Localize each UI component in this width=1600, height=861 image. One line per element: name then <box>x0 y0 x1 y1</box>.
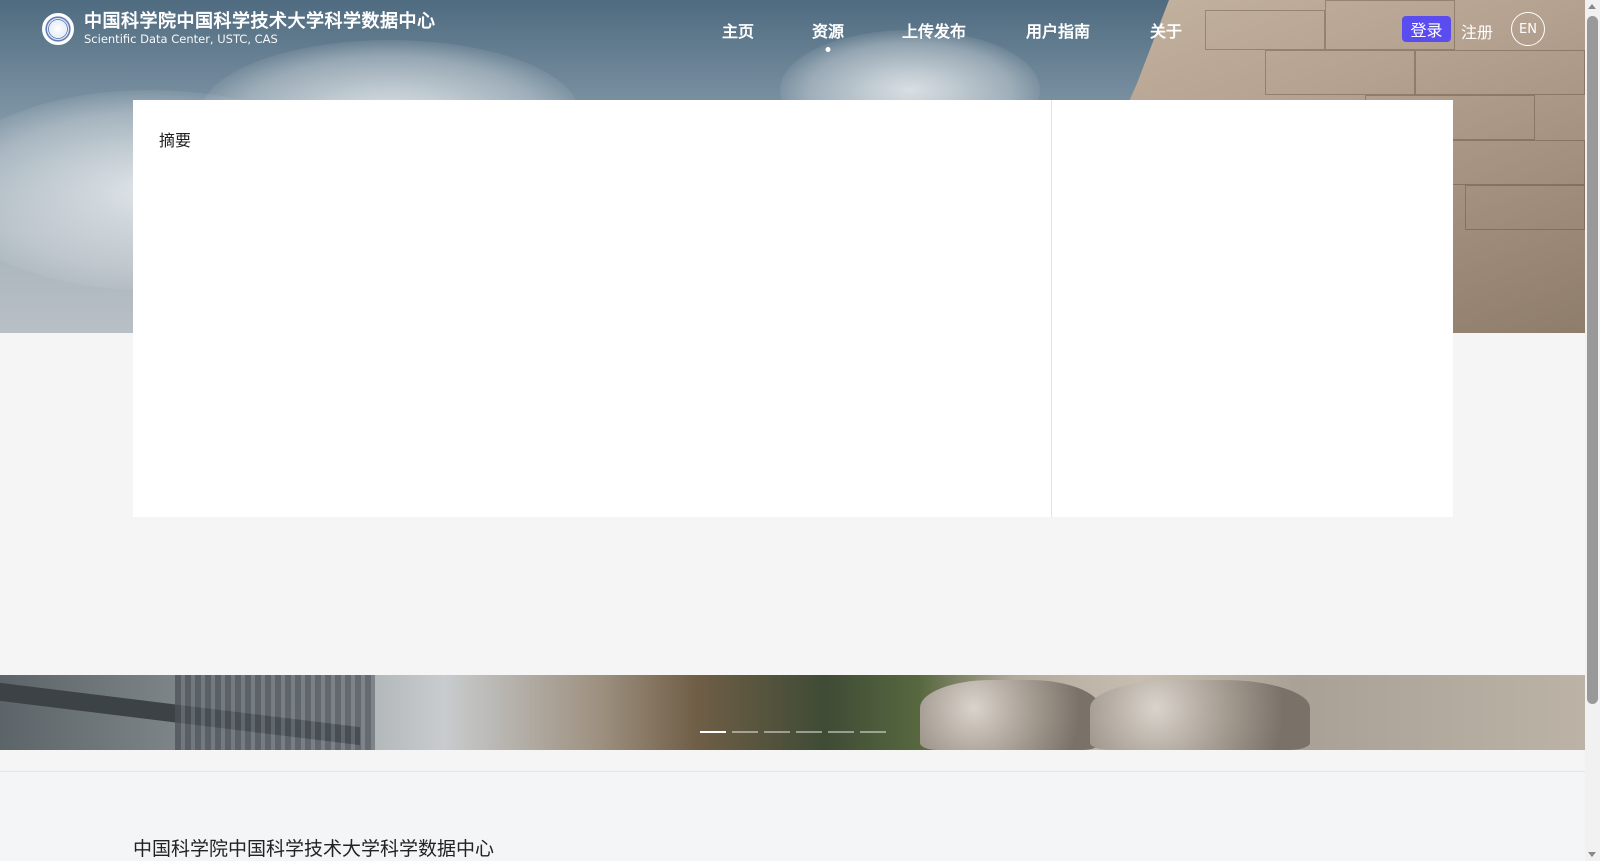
carousel-dot-2[interactable] <box>732 731 758 733</box>
stone-lion-photo-detail-2 <box>1090 680 1310 750</box>
carousel-dot-3[interactable] <box>764 731 790 733</box>
brand[interactable]: 中国科学院中国科学技术大学科学数据中心 Scientific Data Cent… <box>42 12 436 46</box>
site-title-cn: 中国科学院中国科学技术大学科学数据中心 <box>84 11 436 32</box>
nav-home[interactable]: 主页 <box>722 18 754 42</box>
abstract-heading: 摘要 <box>159 131 192 150</box>
stone-lion-photo-detail <box>920 680 1100 750</box>
active-indicator-dot <box>825 47 831 52</box>
photo-carousel[interactable] <box>0 675 1585 750</box>
register-link[interactable]: 注册 <box>1461 19 1493 43</box>
scroll-down-arrow-icon[interactable] <box>1588 852 1596 857</box>
carousel-indicators <box>700 731 892 733</box>
scroll-up-arrow-icon[interactable] <box>1588 4 1596 9</box>
login-button[interactable]: 登录 <box>1402 16 1451 42</box>
tower-photo-detail <box>175 675 375 750</box>
content-card: 摘要 <box>133 100 1453 517</box>
nav-user-guide[interactable]: 用户指南 <box>1026 18 1090 42</box>
carousel-dot-6[interactable] <box>860 731 886 733</box>
carousel-dot-1[interactable] <box>700 731 726 733</box>
scroll-thumb[interactable] <box>1587 16 1598 704</box>
carousel-dot-5[interactable] <box>828 731 854 733</box>
site-title-en: Scientific Data Center, USTC, CAS <box>84 32 278 46</box>
nav-resources-label: 资源 <box>812 22 845 41</box>
content-side-panel <box>1052 100 1453 517</box>
nav-resources[interactable]: 资源 <box>812 18 845 52</box>
carousel-dot-4[interactable] <box>796 731 822 733</box>
language-toggle-button[interactable]: EN <box>1511 12 1545 46</box>
content-main-panel: 摘要 <box>133 100 1052 517</box>
nav-upload-publish[interactable]: 上传发布 <box>902 18 966 42</box>
top-navbar: 中国科学院中国科学技术大学科学数据中心 Scientific Data Cent… <box>0 0 1585 60</box>
nav-about[interactable]: 关于 <box>1150 18 1182 42</box>
institution-logo-icon <box>42 13 74 45</box>
footer-org-name: 中国科学院中国科学技术大学科学数据中心 <box>133 838 495 860</box>
page-scrollbar[interactable] <box>1585 0 1600 861</box>
footer: 中国科学院中国科学技术大学科学数据中心 <box>0 771 1585 861</box>
